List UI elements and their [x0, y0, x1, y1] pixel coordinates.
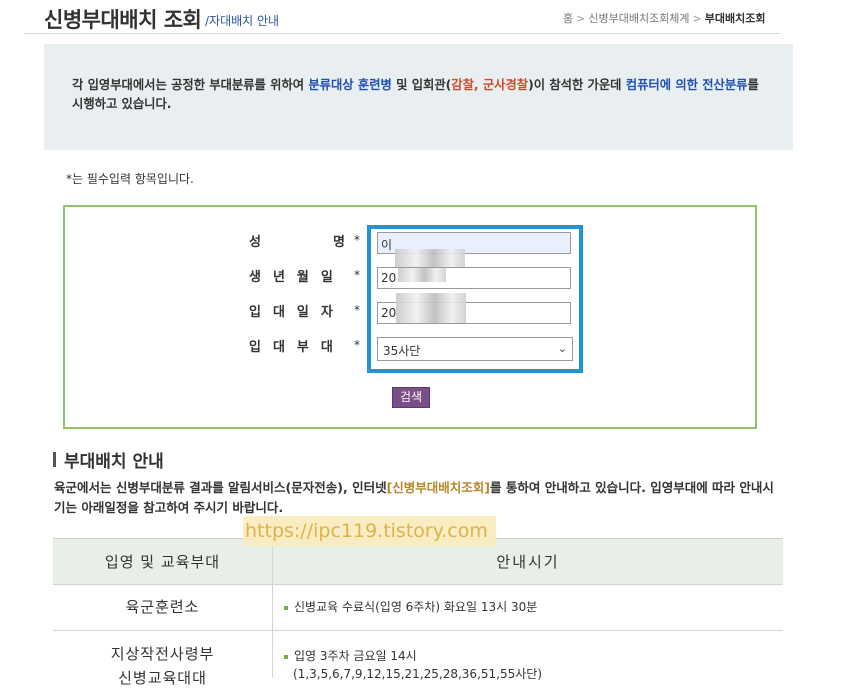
section-marker	[53, 452, 56, 467]
unit-lookup-link[interactable]: [신병부대배치조회]	[387, 480, 490, 495]
breadcrumb-current: 부대배치조회	[704, 12, 766, 25]
table-cell-unit: 육군훈련소	[125, 598, 200, 616]
row-divider	[53, 630, 783, 631]
column-header: 안내시기	[496, 553, 560, 571]
notice-highlight: 분류대상 훈련병	[308, 78, 392, 92]
notice-text: 각 입영부대에서는 공정한 부대분류를 위하여 분류대상 훈련병 및 입회관(감…	[72, 76, 766, 114]
required-star: *	[354, 338, 360, 352]
required-star: *	[354, 303, 360, 317]
breadcrumb-home[interactable]: 홈	[563, 12, 573, 25]
schedule-text: 입영 3주차 금요일 14시	[294, 649, 417, 663]
column-divider	[272, 538, 273, 678]
section-title: 부대배치 안내	[64, 452, 164, 472]
required-star: *	[354, 233, 360, 247]
table-cell-schedule: 신병교육 수료식(입영 6주차) 화요일 13시 30분	[284, 598, 537, 615]
notice-part: 및 입회관(	[391, 78, 452, 92]
guide-text: 육군에서는 신병부대분류 결과를 알림서비스(문자전송), 인터넷[신병부대배치…	[54, 478, 784, 518]
guide-text-part: 육군에서는 신병부대분류 결과를 알림서비스(문자전송), 인터넷	[54, 480, 387, 495]
breadcrumb: 홈 > 신병부대배치조회체계 > 부대배치조회	[563, 10, 766, 26]
page-title: 신병부대배치 조회	[44, 8, 202, 32]
search-button[interactable]: 검색	[392, 387, 430, 408]
breadcrumb-separator: >	[576, 12, 586, 25]
table-cell-unit: 지상작전사령부	[110, 645, 215, 663]
notice-part: )이 참석한 가운데	[528, 78, 626, 92]
schedule-subtext: (1,3,5,6,7,9,12,15,21,25,28,36,51,55사단)	[293, 667, 542, 681]
label-name: 성	[249, 235, 261, 250]
required-star: *	[354, 268, 360, 282]
highlight-frame	[367, 225, 583, 373]
title-divider	[24, 33, 780, 34]
notice-highlight: 감찰, 군사경찰	[451, 78, 529, 92]
table-cell-schedule: 입영 3주차 금요일 14시	[284, 647, 417, 664]
watermark: https://ipc119.tistory.com	[243, 516, 496, 546]
breadcrumb-item[interactable]: 신병부대배치조회체계	[588, 12, 689, 25]
bullet-icon	[284, 605, 288, 610]
label-enlist-date: 입대일자	[249, 305, 345, 320]
notice-highlight: 컴퓨터에 의한 전산분류	[625, 78, 748, 92]
page-subtitle: /자대배치 안내	[205, 14, 280, 28]
bullet-icon	[284, 654, 288, 659]
required-note: *는 필수입력 항목입니다.	[66, 172, 194, 186]
label-unit: 입대부대	[249, 340, 345, 355]
row-divider	[53, 584, 783, 585]
column-header: 입영 및 교육부대	[104, 553, 221, 571]
schedule-text: 신병교육 수료식(입영 6주차) 화요일 13시 30분	[294, 600, 538, 614]
breadcrumb-separator: >	[692, 12, 702, 25]
notice-part: 각 입영부대에서는 공정한 부대분류를 위하여	[72, 78, 309, 92]
label-name-end: 명	[333, 235, 345, 250]
label-birth: 생년월일	[249, 270, 345, 285]
